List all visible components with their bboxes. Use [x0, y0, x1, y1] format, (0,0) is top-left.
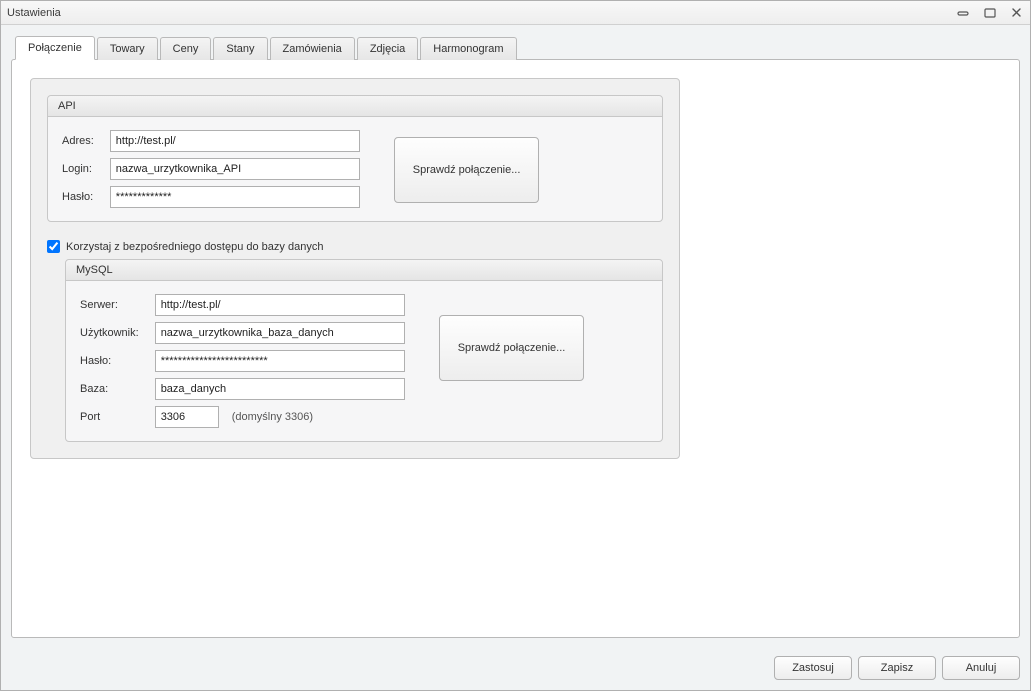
- mysql-group-label: MySQL: [66, 260, 662, 281]
- mysql-user-input[interactable]: [155, 322, 405, 344]
- close-icon[interactable]: [1008, 6, 1024, 20]
- api-address-label: Adres:: [58, 127, 106, 155]
- tab-harmonogram[interactable]: Harmonogram: [420, 37, 516, 60]
- api-password-input[interactable]: [110, 186, 360, 208]
- tab-zamowienia[interactable]: Zamówienia: [270, 37, 355, 60]
- window-title: Ustawienia: [7, 7, 956, 19]
- mysql-check-connection-button[interactable]: Sprawdź połączenie...: [439, 315, 585, 381]
- tab-ceny[interactable]: Ceny: [160, 37, 212, 60]
- settings-window: Ustawienia Połączenie Towary Ceny Stany …: [0, 0, 1031, 691]
- direct-db-access-row: Korzystaj z bezpośredniego dostępu do ba…: [47, 240, 663, 253]
- titlebar: Ustawienia: [1, 1, 1030, 25]
- window-controls: [956, 6, 1024, 20]
- api-address-input[interactable]: [110, 130, 360, 152]
- tab-stany[interactable]: Stany: [213, 37, 267, 60]
- api-login-input[interactable]: [110, 158, 360, 180]
- api-password-label: Hasło:: [58, 183, 106, 211]
- content-area: Połączenie Towary Ceny Stany Zamówienia …: [1, 25, 1030, 648]
- tab-page-connection: API Adres: Login: H: [11, 59, 1020, 638]
- mysql-database-label: Baza:: [76, 375, 151, 403]
- tabbar: Połączenie Towary Ceny Stany Zamówienia …: [15, 35, 1020, 59]
- minimize-icon[interactable]: [956, 6, 972, 20]
- tab-zdjecia[interactable]: Zdjęcia: [357, 37, 418, 60]
- mysql-password-label: Hasło:: [76, 347, 151, 375]
- maximize-icon[interactable]: [982, 6, 998, 20]
- mysql-server-input[interactable]: [155, 294, 405, 316]
- mysql-groupbox: MySQL Serwer: Użytkownik:: [65, 259, 663, 442]
- direct-db-access-checkbox[interactable]: [47, 240, 60, 253]
- mysql-port-hint: (domyślny 3306): [232, 411, 313, 423]
- connection-panel: API Adres: Login: H: [30, 78, 680, 459]
- api-groupbox: API Adres: Login: H: [47, 95, 663, 222]
- direct-db-access-label: Korzystaj z bezpośredniego dostępu do ba…: [66, 241, 323, 253]
- mysql-user-label: Użytkownik:: [76, 319, 151, 347]
- dialog-footer: Zastosuj Zapisz Anuluj: [1, 648, 1030, 690]
- tab-polaczenie[interactable]: Połączenie: [15, 36, 95, 60]
- tab-towary[interactable]: Towary: [97, 37, 158, 60]
- mysql-port-input[interactable]: [155, 406, 219, 428]
- mysql-port-label: Port: [76, 403, 151, 431]
- api-group-label: API: [48, 96, 662, 117]
- mysql-database-input[interactable]: [155, 378, 405, 400]
- api-check-connection-button[interactable]: Sprawdź połączenie...: [394, 137, 540, 203]
- save-button[interactable]: Zapisz: [858, 656, 936, 680]
- mysql-password-input[interactable]: [155, 350, 405, 372]
- apply-button[interactable]: Zastosuj: [774, 656, 852, 680]
- api-login-label: Login:: [58, 155, 106, 183]
- cancel-button[interactable]: Anuluj: [942, 656, 1020, 680]
- mysql-server-label: Serwer:: [76, 291, 151, 319]
